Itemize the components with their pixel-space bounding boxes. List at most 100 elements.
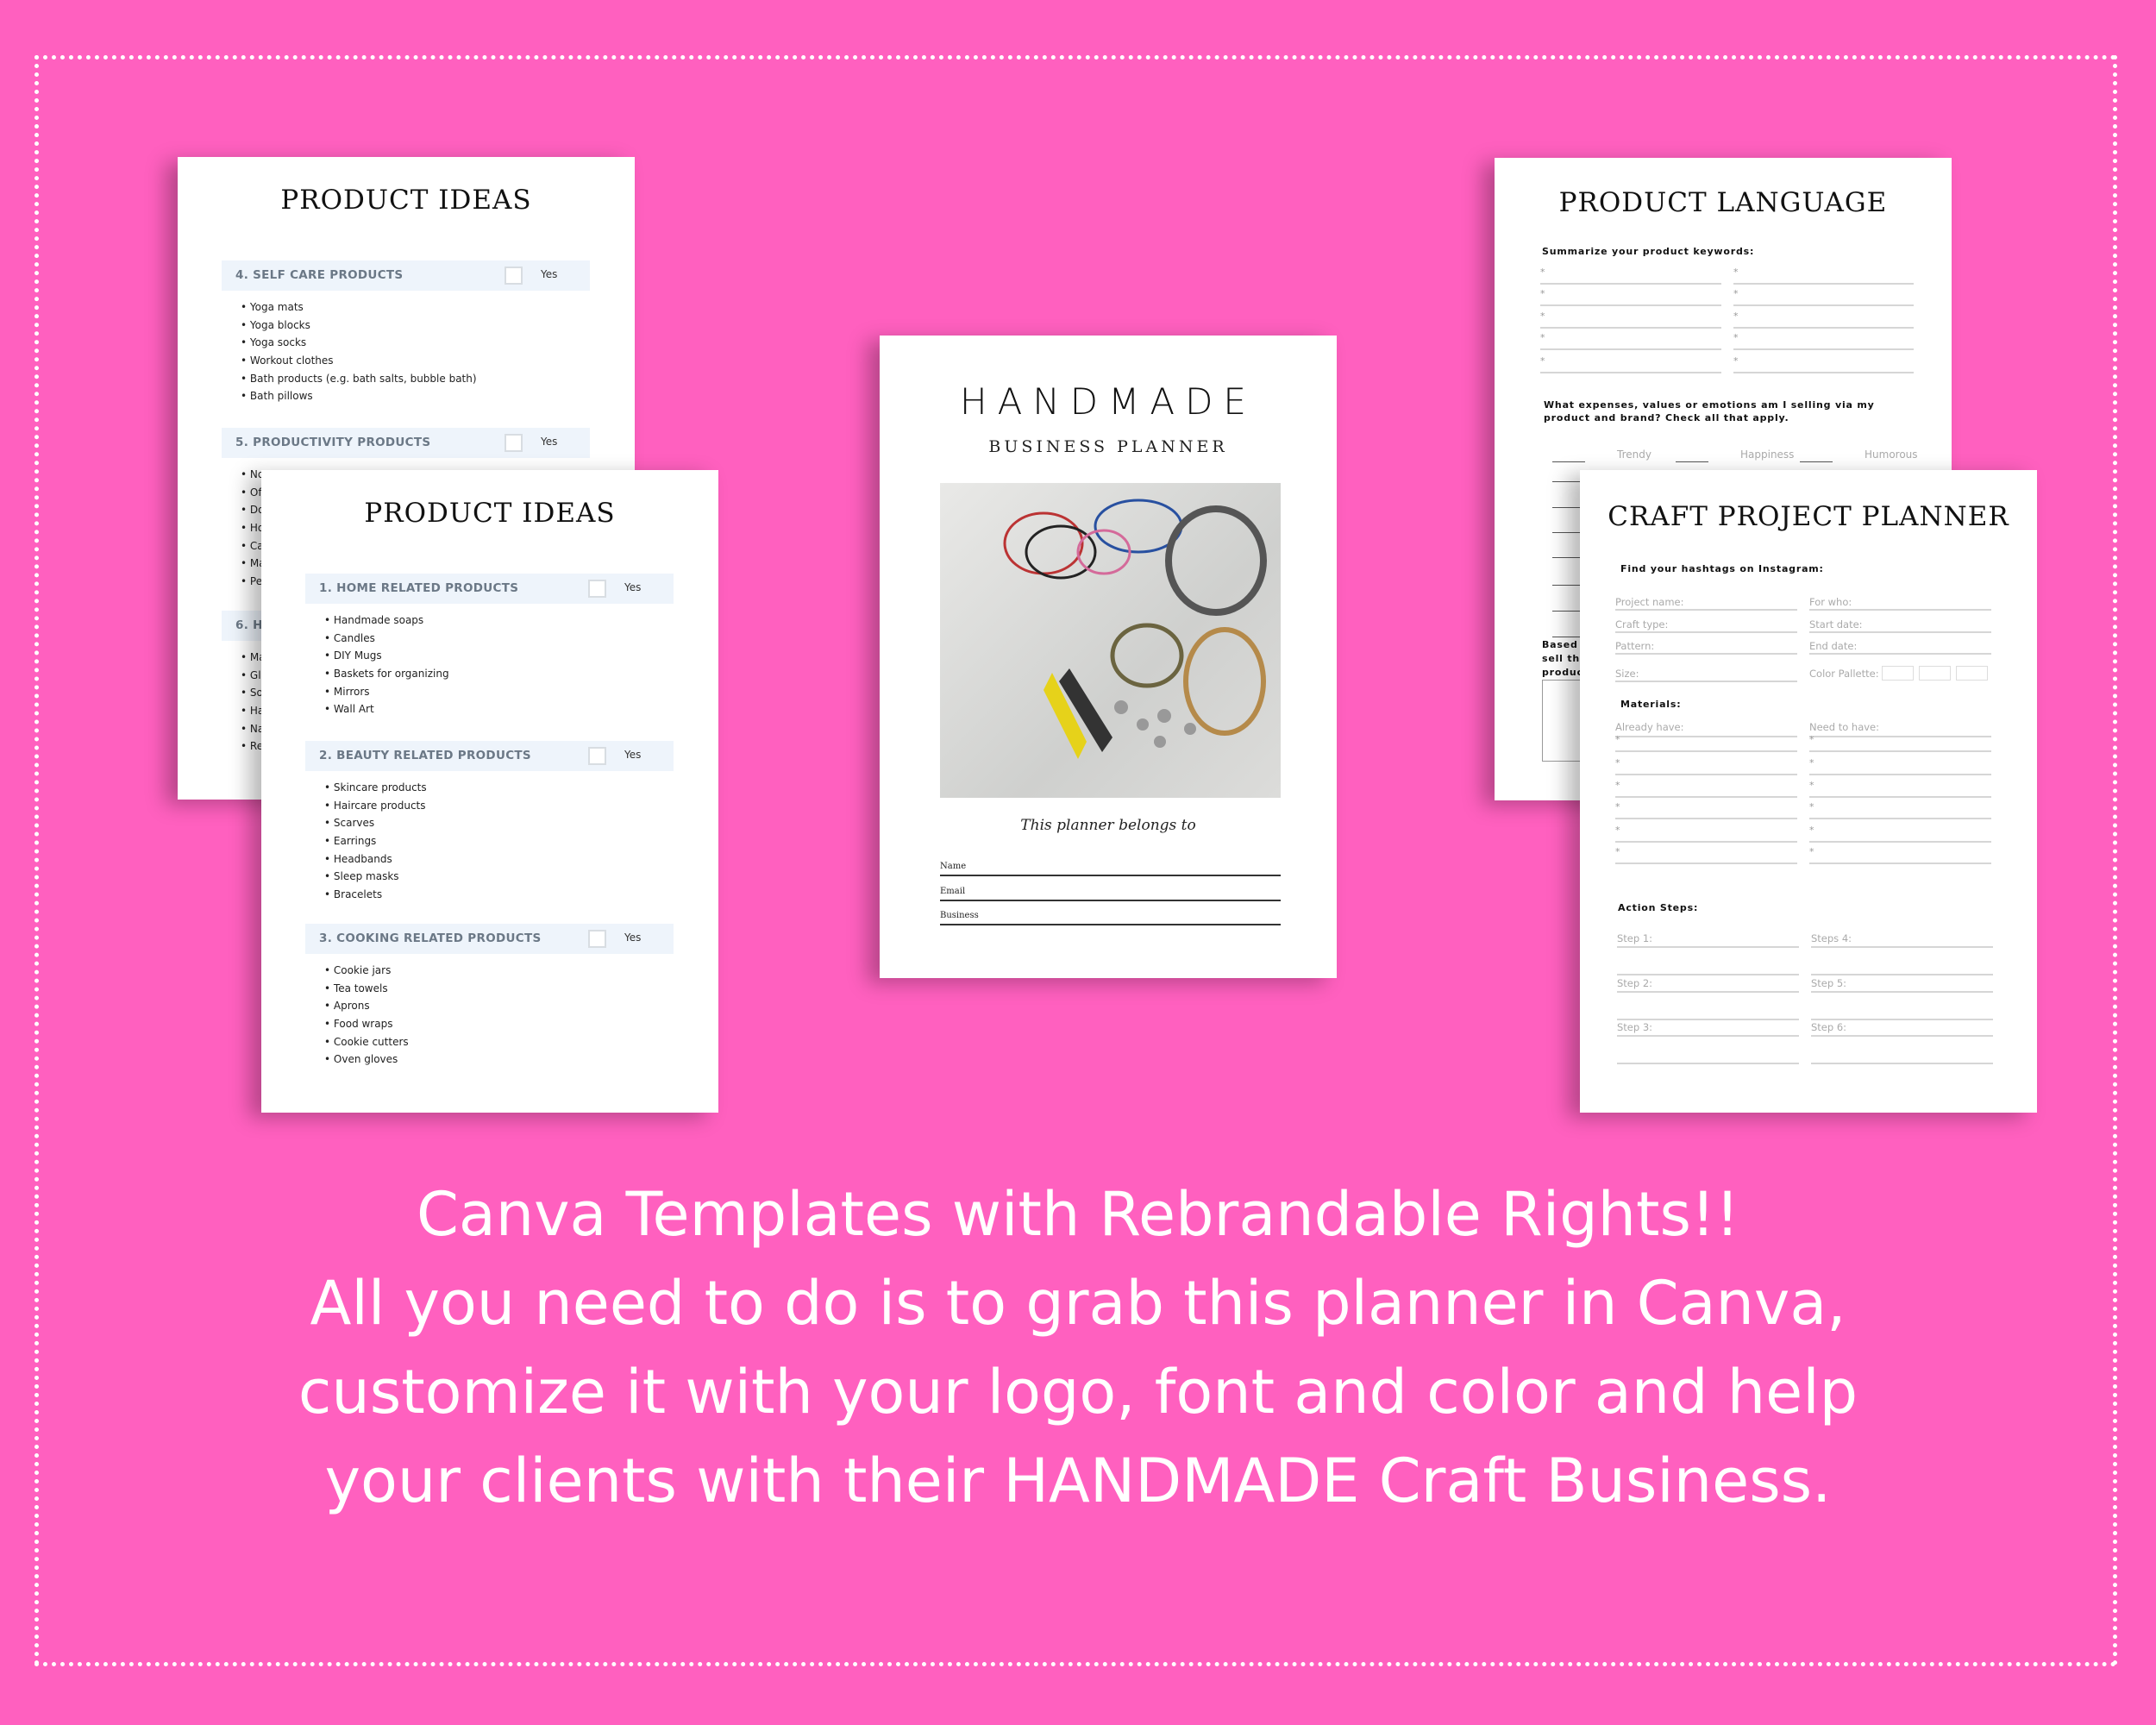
field-label-email: Email: [940, 887, 966, 896]
step-label: Steps 4:: [1811, 932, 1852, 944]
craft-photo: [940, 483, 1281, 798]
star-bullet: *: [1540, 355, 1545, 367]
option-label: Humorous: [1865, 448, 1918, 461]
star-bullet: *: [1615, 757, 1620, 768]
yes-checkbox[interactable]: [505, 434, 523, 452]
cover-page: HANDMADE BUSINESS PLANNER This planner bel…: [880, 336, 1337, 978]
star-bullet: *: [1615, 780, 1620, 791]
list-item: DIY Mugs: [324, 649, 449, 668]
list-item: Oven gloves: [324, 1053, 409, 1071]
based-label: produc: [1542, 667, 1583, 678]
field-label-business: Business: [940, 911, 979, 920]
list-item: Scarves: [324, 817, 427, 835]
field-line: [1809, 609, 1991, 611]
item-list: Skincare productsHaircare productsScarve…: [324, 781, 427, 906]
keyword-line: [1733, 327, 1914, 329]
step-line: [1617, 1019, 1799, 1020]
yes-label: Yes: [541, 436, 558, 448]
list-item: Earrings: [324, 835, 427, 853]
list-item: Haircare products: [324, 800, 427, 818]
star-bullet: *: [1733, 310, 1739, 322]
page-title: CRAFT PROJECT PLANNER: [1608, 501, 2009, 532]
star-bullet: *: [1540, 288, 1545, 299]
field-label: Color Pallette:: [1809, 668, 1879, 680]
field-label: For who:: [1809, 596, 1852, 608]
check-blank: [1676, 461, 1708, 462]
color-swatch-box[interactable]: [1882, 666, 1914, 681]
step-line: [1811, 1019, 1993, 1020]
item-list: Yoga matsYoga blocksYoga socksWorkout cl…: [241, 301, 477, 408]
step-line: [1617, 974, 1799, 975]
list-item: Bath pillows: [241, 390, 477, 408]
section-title: 1. HOME RELATED PRODUCTS: [319, 581, 519, 595]
list-item: Wall Art: [324, 703, 449, 721]
star-bullet: *: [1809, 780, 1814, 791]
check-blank: [1552, 461, 1585, 462]
caption-line: your clients with their HANDMADE Craft B…: [324, 1446, 1832, 1516]
craft-project-planner-page: CRAFT PROJECT PLANNER Find your hashtags …: [1580, 470, 2037, 1113]
star-bullet: *: [1733, 355, 1739, 367]
star-bullet: *: [1540, 267, 1545, 278]
craft-tools-illustration: [1003, 499, 1267, 759]
list-item: Bracelets: [324, 888, 427, 906]
material-line: [1615, 841, 1797, 843]
material-line: [1615, 774, 1797, 775]
section-title: 3. COOKING RELATED PRODUCTS: [319, 932, 542, 945]
list-item: Skincare products: [324, 781, 427, 800]
material-line: [1615, 750, 1797, 752]
step-line: [1811, 1035, 1993, 1037]
list-item: Candles: [324, 632, 449, 650]
material-line: [1615, 736, 1797, 737]
yes-label: Yes: [624, 932, 642, 944]
keywords-label: Summarize your product keywords:: [1542, 246, 1755, 257]
keyword-line: [1733, 283, 1914, 285]
keyword-line: [1540, 283, 1721, 285]
keyword-line: [1540, 348, 1721, 350]
yes-label: Yes: [624, 581, 642, 593]
step-label: Step 5:: [1811, 977, 1847, 989]
section-title: 2. BEAUTY RELATED PRODUCTS: [319, 749, 531, 762]
field-line: [940, 875, 1281, 876]
step-line: [1617, 991, 1799, 993]
list-item: Handmade soaps: [324, 614, 449, 632]
page-title: PRODUCT IDEAS: [280, 185, 532, 216]
hashtags-label: Find your hashtags on Instagram:: [1620, 563, 1824, 574]
yes-checkbox[interactable]: [505, 267, 523, 285]
option-label: Happiness: [1740, 448, 1795, 461]
yes-checkbox[interactable]: [588, 930, 606, 948]
yes-checkbox[interactable]: [588, 580, 606, 598]
field-line: [940, 924, 1281, 925]
caption-line: Canva Templates with Rebrandable Rights!…: [416, 1179, 1740, 1250]
caption: Canva Templates with Rebrandable Rights!…: [0, 1170, 2156, 1526]
field-label: Project name:: [1615, 596, 1684, 608]
material-line: [1809, 736, 1991, 737]
yes-label: Yes: [541, 268, 558, 280]
step-label: Step 1:: [1617, 932, 1653, 944]
action-steps-label: Action Steps:: [1618, 902, 1699, 913]
list-item: Sleep masks: [324, 870, 427, 888]
already-label: Already have:: [1615, 721, 1684, 733]
material-line: [1615, 818, 1797, 819]
list-item: Workout clothes: [241, 354, 477, 373]
item-list: Handmade soapsCandlesDIY MugsBaskets for…: [324, 614, 449, 721]
star-bullet: *: [1615, 734, 1620, 745]
field-line: [1615, 609, 1797, 611]
step-line: [1811, 991, 1993, 993]
keyword-line: [1733, 348, 1914, 350]
field-label: Size:: [1615, 668, 1639, 680]
item-list: Cookie jarsTea towelsApronsFood wrapsCoo…: [324, 964, 409, 1071]
field-label: Start date:: [1809, 618, 1863, 630]
star-bullet: *: [1809, 757, 1814, 768]
field-label: Craft type:: [1615, 618, 1669, 630]
list-item: Cookie jars: [324, 964, 409, 982]
keyword-line: [1540, 372, 1721, 373]
yes-checkbox[interactable]: [588, 747, 606, 765]
step-label: Step 2:: [1617, 977, 1653, 989]
list-item: Mirrors: [324, 686, 449, 704]
color-swatch-box[interactable]: [1919, 666, 1951, 681]
need-label: Need to have:: [1809, 721, 1879, 733]
keyword-line: [1733, 304, 1914, 306]
material-line: [1809, 841, 1991, 843]
star-bullet: *: [1615, 801, 1620, 812]
color-swatch-box[interactable]: [1956, 666, 1988, 681]
